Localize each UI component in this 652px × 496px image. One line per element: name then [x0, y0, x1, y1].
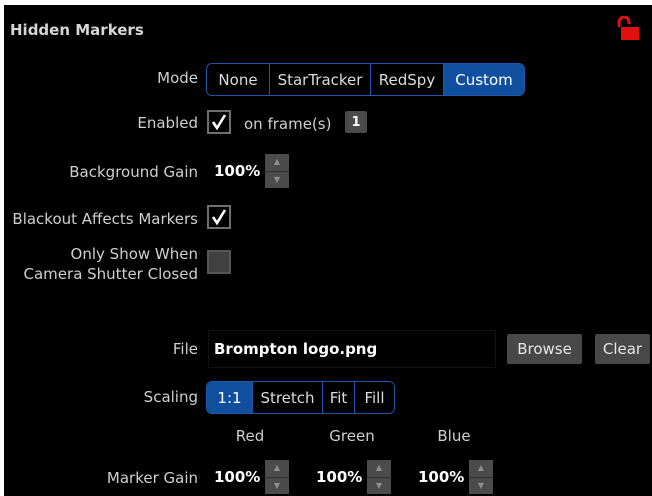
unlocked-padlock-icon[interactable] — [616, 15, 640, 42]
only-show-label: Only Show When Camera Shutter Closed — [23, 245, 198, 283]
decrement-arrow-icon[interactable]: ▼ — [367, 478, 391, 495]
background-gain-arrows[interactable]: ▲ ▼ — [265, 154, 289, 188]
increment-arrow-icon[interactable]: ▲ — [265, 460, 289, 478]
frame-number-badge[interactable]: 1 — [345, 111, 367, 133]
marker-gain-red-arrows[interactable]: ▲ ▼ — [265, 460, 289, 494]
background-gain-value[interactable]: 100% — [207, 154, 265, 188]
marker-gain-blue-value[interactable]: 100% — [411, 460, 469, 494]
checkmark-icon — [211, 114, 227, 131]
decrement-arrow-icon[interactable]: ▼ — [265, 478, 289, 495]
marker-gain-blue-stepper[interactable]: 100% ▲ ▼ — [411, 460, 493, 494]
marker-gain-red-stepper[interactable]: 100% ▲ ▼ — [207, 460, 289, 494]
marker-gain-green-value[interactable]: 100% — [309, 460, 367, 494]
enabled-checkbox[interactable] — [207, 110, 231, 134]
file-label: File — [172, 340, 198, 358]
background-gain-label: Background Gain — [69, 163, 198, 181]
marker-gain-red-value[interactable]: 100% — [207, 460, 265, 494]
marker-gain-green-arrows[interactable]: ▲ ▼ — [367, 460, 391, 494]
mode-option-startracker[interactable]: StarTracker — [269, 64, 370, 95]
only-show-checkbox[interactable] — [207, 250, 231, 274]
browse-button[interactable]: Browse — [507, 334, 582, 364]
file-name-field[interactable]: Brompton logo.png — [208, 330, 496, 368]
increment-arrow-icon[interactable]: ▲ — [265, 154, 289, 172]
scaling-selector: 1:1 Stretch Fit Fill — [206, 381, 395, 414]
increment-arrow-icon[interactable]: ▲ — [469, 460, 493, 478]
mode-selector: None StarTracker RedSpy Custom — [206, 63, 525, 96]
scaling-option-fit[interactable]: Fit — [322, 382, 354, 413]
increment-arrow-icon[interactable]: ▲ — [367, 460, 391, 478]
enabled-label: Enabled — [137, 114, 198, 132]
blackout-checkbox[interactable] — [207, 205, 231, 229]
mode-option-custom[interactable]: Custom — [443, 64, 524, 95]
on-frames-label: on frame(s) — [244, 115, 332, 133]
scaling-option-stretch[interactable]: Stretch — [252, 382, 322, 413]
blue-column-header: Blue — [437, 427, 471, 445]
marker-gain-label: Marker Gain — [106, 469, 198, 487]
scaling-option-fill[interactable]: Fill — [354, 382, 394, 413]
mode-option-none[interactable]: None — [207, 64, 269, 95]
clear-button[interactable]: Clear — [595, 334, 650, 364]
blackout-label: Blackout Affects Markers — [12, 210, 198, 228]
background-gain-stepper[interactable]: 100% ▲ ▼ — [207, 154, 289, 188]
panel-title: Hidden Markers — [10, 21, 144, 39]
decrement-arrow-icon[interactable]: ▼ — [265, 172, 289, 189]
scaling-label: Scaling — [143, 388, 198, 406]
red-column-header: Red — [235, 427, 265, 445]
mode-label: Mode — [157, 69, 198, 87]
mode-option-redspy[interactable]: RedSpy — [370, 64, 443, 95]
green-column-header: Green — [329, 427, 375, 445]
marker-gain-green-stepper[interactable]: 100% ▲ ▼ — [309, 460, 391, 494]
checkmark-icon — [211, 209, 227, 226]
hidden-markers-panel: Hidden Markers Mode None StarTracker Red… — [4, 5, 652, 496]
marker-gain-blue-arrows[interactable]: ▲ ▼ — [469, 460, 493, 494]
scaling-option-1-1[interactable]: 1:1 — [207, 382, 252, 413]
decrement-arrow-icon[interactable]: ▼ — [469, 478, 493, 495]
